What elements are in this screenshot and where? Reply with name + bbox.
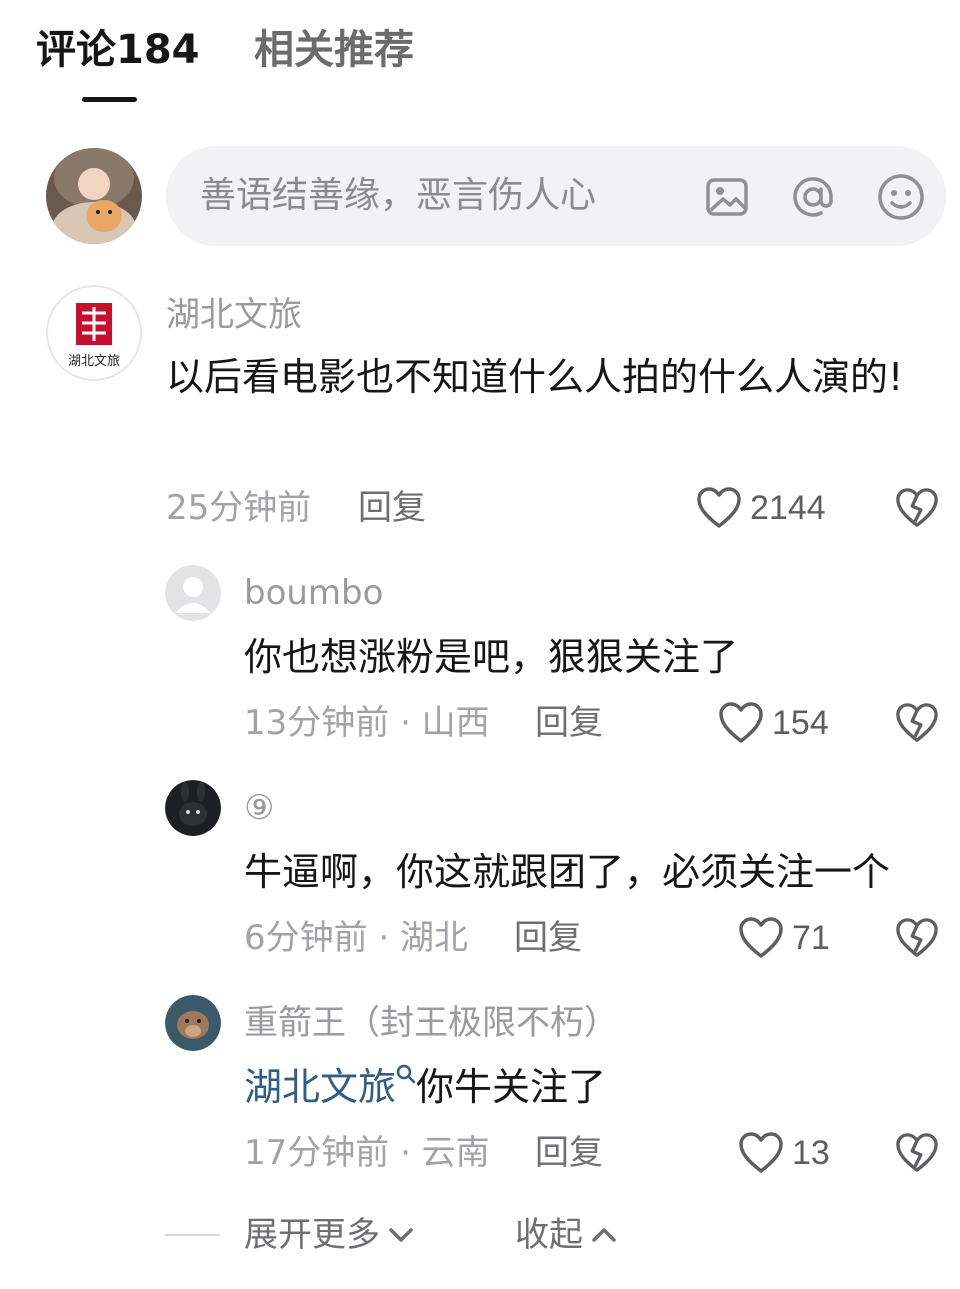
like-button[interactable]: 154 bbox=[718, 698, 829, 748]
collapse-label: 收起 bbox=[515, 1215, 583, 1255]
author-avatar[interactable] bbox=[165, 565, 221, 621]
dislike-button[interactable] bbox=[892, 483, 942, 533]
reply-button[interactable]: 回复 bbox=[535, 1133, 603, 1173]
divider-line bbox=[165, 1234, 220, 1236]
comment-author[interactable]: 湖北文旅 bbox=[166, 295, 302, 335]
broken-heart-icon bbox=[896, 918, 938, 957]
heart-icon bbox=[739, 1132, 783, 1173]
reply-author[interactable]: ⑨ bbox=[244, 788, 274, 828]
like-count: 2144 bbox=[750, 488, 826, 527]
dislike-button[interactable] bbox=[892, 913, 942, 963]
reply-time: 13分钟前 · 山西 bbox=[244, 703, 490, 743]
like-count: 71 bbox=[792, 918, 830, 957]
dislike-button[interactable] bbox=[892, 698, 942, 748]
chevron-down-icon bbox=[389, 1228, 413, 1242]
author-avatar[interactable] bbox=[165, 780, 221, 836]
emoji-icon[interactable] bbox=[876, 172, 926, 222]
broken-heart-icon bbox=[896, 488, 938, 527]
author-avatar[interactable]: 湖北文旅 bbox=[46, 285, 142, 381]
like-button[interactable]: 13 bbox=[738, 1128, 830, 1178]
comment-time: 25分钟前 bbox=[166, 488, 312, 528]
collapse-button[interactable]: 收起 bbox=[515, 1215, 619, 1255]
active-tab-indicator bbox=[82, 97, 137, 102]
reply-button[interactable]: 回复 bbox=[535, 703, 603, 743]
heart-icon bbox=[697, 487, 741, 528]
broken-heart-icon bbox=[896, 703, 938, 742]
reply-text: 牛逼啊，你这就跟团了，必须关注一个 bbox=[244, 850, 891, 894]
reply-time: 6分钟前 · 湖北 bbox=[244, 918, 469, 958]
mention-link[interactable]: 湖北文旅 bbox=[244, 1065, 396, 1109]
reply-button[interactable]: 回复 bbox=[514, 918, 582, 958]
author-avatar[interactable] bbox=[165, 995, 221, 1051]
like-button[interactable]: 71 bbox=[738, 913, 830, 963]
like-count: 13 bbox=[792, 1133, 830, 1172]
reply-button[interactable]: 回复 bbox=[358, 488, 426, 528]
replies-footer: 展开更多 收起 bbox=[0, 1210, 960, 1270]
svg-text:湖北文旅: 湖北文旅 bbox=[68, 354, 120, 369]
expand-more-label: 展开更多 bbox=[244, 1215, 380, 1255]
reply-text: 你也想涨粉是吧，狠狠关注了 bbox=[244, 635, 739, 679]
comment-tabs: 评论184 相关推荐 bbox=[0, 0, 960, 110]
at-icon[interactable] bbox=[788, 172, 838, 222]
broken-heart-icon bbox=[896, 1133, 938, 1172]
comment-input-placeholder: 善语结善缘，恶言伤人心 bbox=[200, 175, 597, 216]
expand-more-button[interactable]: 展开更多 bbox=[244, 1215, 416, 1255]
search-icon[interactable] bbox=[396, 1064, 416, 1086]
like-button[interactable]: 2144 bbox=[696, 483, 826, 533]
current-user-avatar[interactable] bbox=[46, 148, 142, 244]
comment-text: 以后看电影也不知道什么人拍的什么人演的! bbox=[166, 355, 904, 399]
dislike-button[interactable] bbox=[892, 1128, 942, 1178]
comment-input[interactable]: 善语结善缘，恶言伤人心 bbox=[166, 146, 946, 246]
reply-time: 17分钟前 · 云南 bbox=[244, 1133, 490, 1173]
heart-icon bbox=[739, 917, 783, 958]
like-count: 154 bbox=[772, 703, 829, 742]
reply-author[interactable]: 重箭王（封王极限不朽） bbox=[244, 1003, 618, 1043]
tab-comments[interactable]: 评论184 bbox=[36, 26, 200, 74]
tab-related[interactable]: 相关推荐 bbox=[254, 26, 414, 74]
image-icon[interactable] bbox=[702, 172, 752, 222]
reply-text: 湖北文旅 你牛关注了 bbox=[244, 1057, 944, 1117]
heart-icon bbox=[719, 702, 763, 743]
chevron-up-icon bbox=[592, 1228, 616, 1242]
comment-compose: 善语结善缘，恶言伤人心 bbox=[0, 140, 960, 250]
reply-text-body: 你牛关注了 bbox=[416, 1065, 607, 1109]
reply-author[interactable]: boumbo bbox=[244, 573, 383, 613]
